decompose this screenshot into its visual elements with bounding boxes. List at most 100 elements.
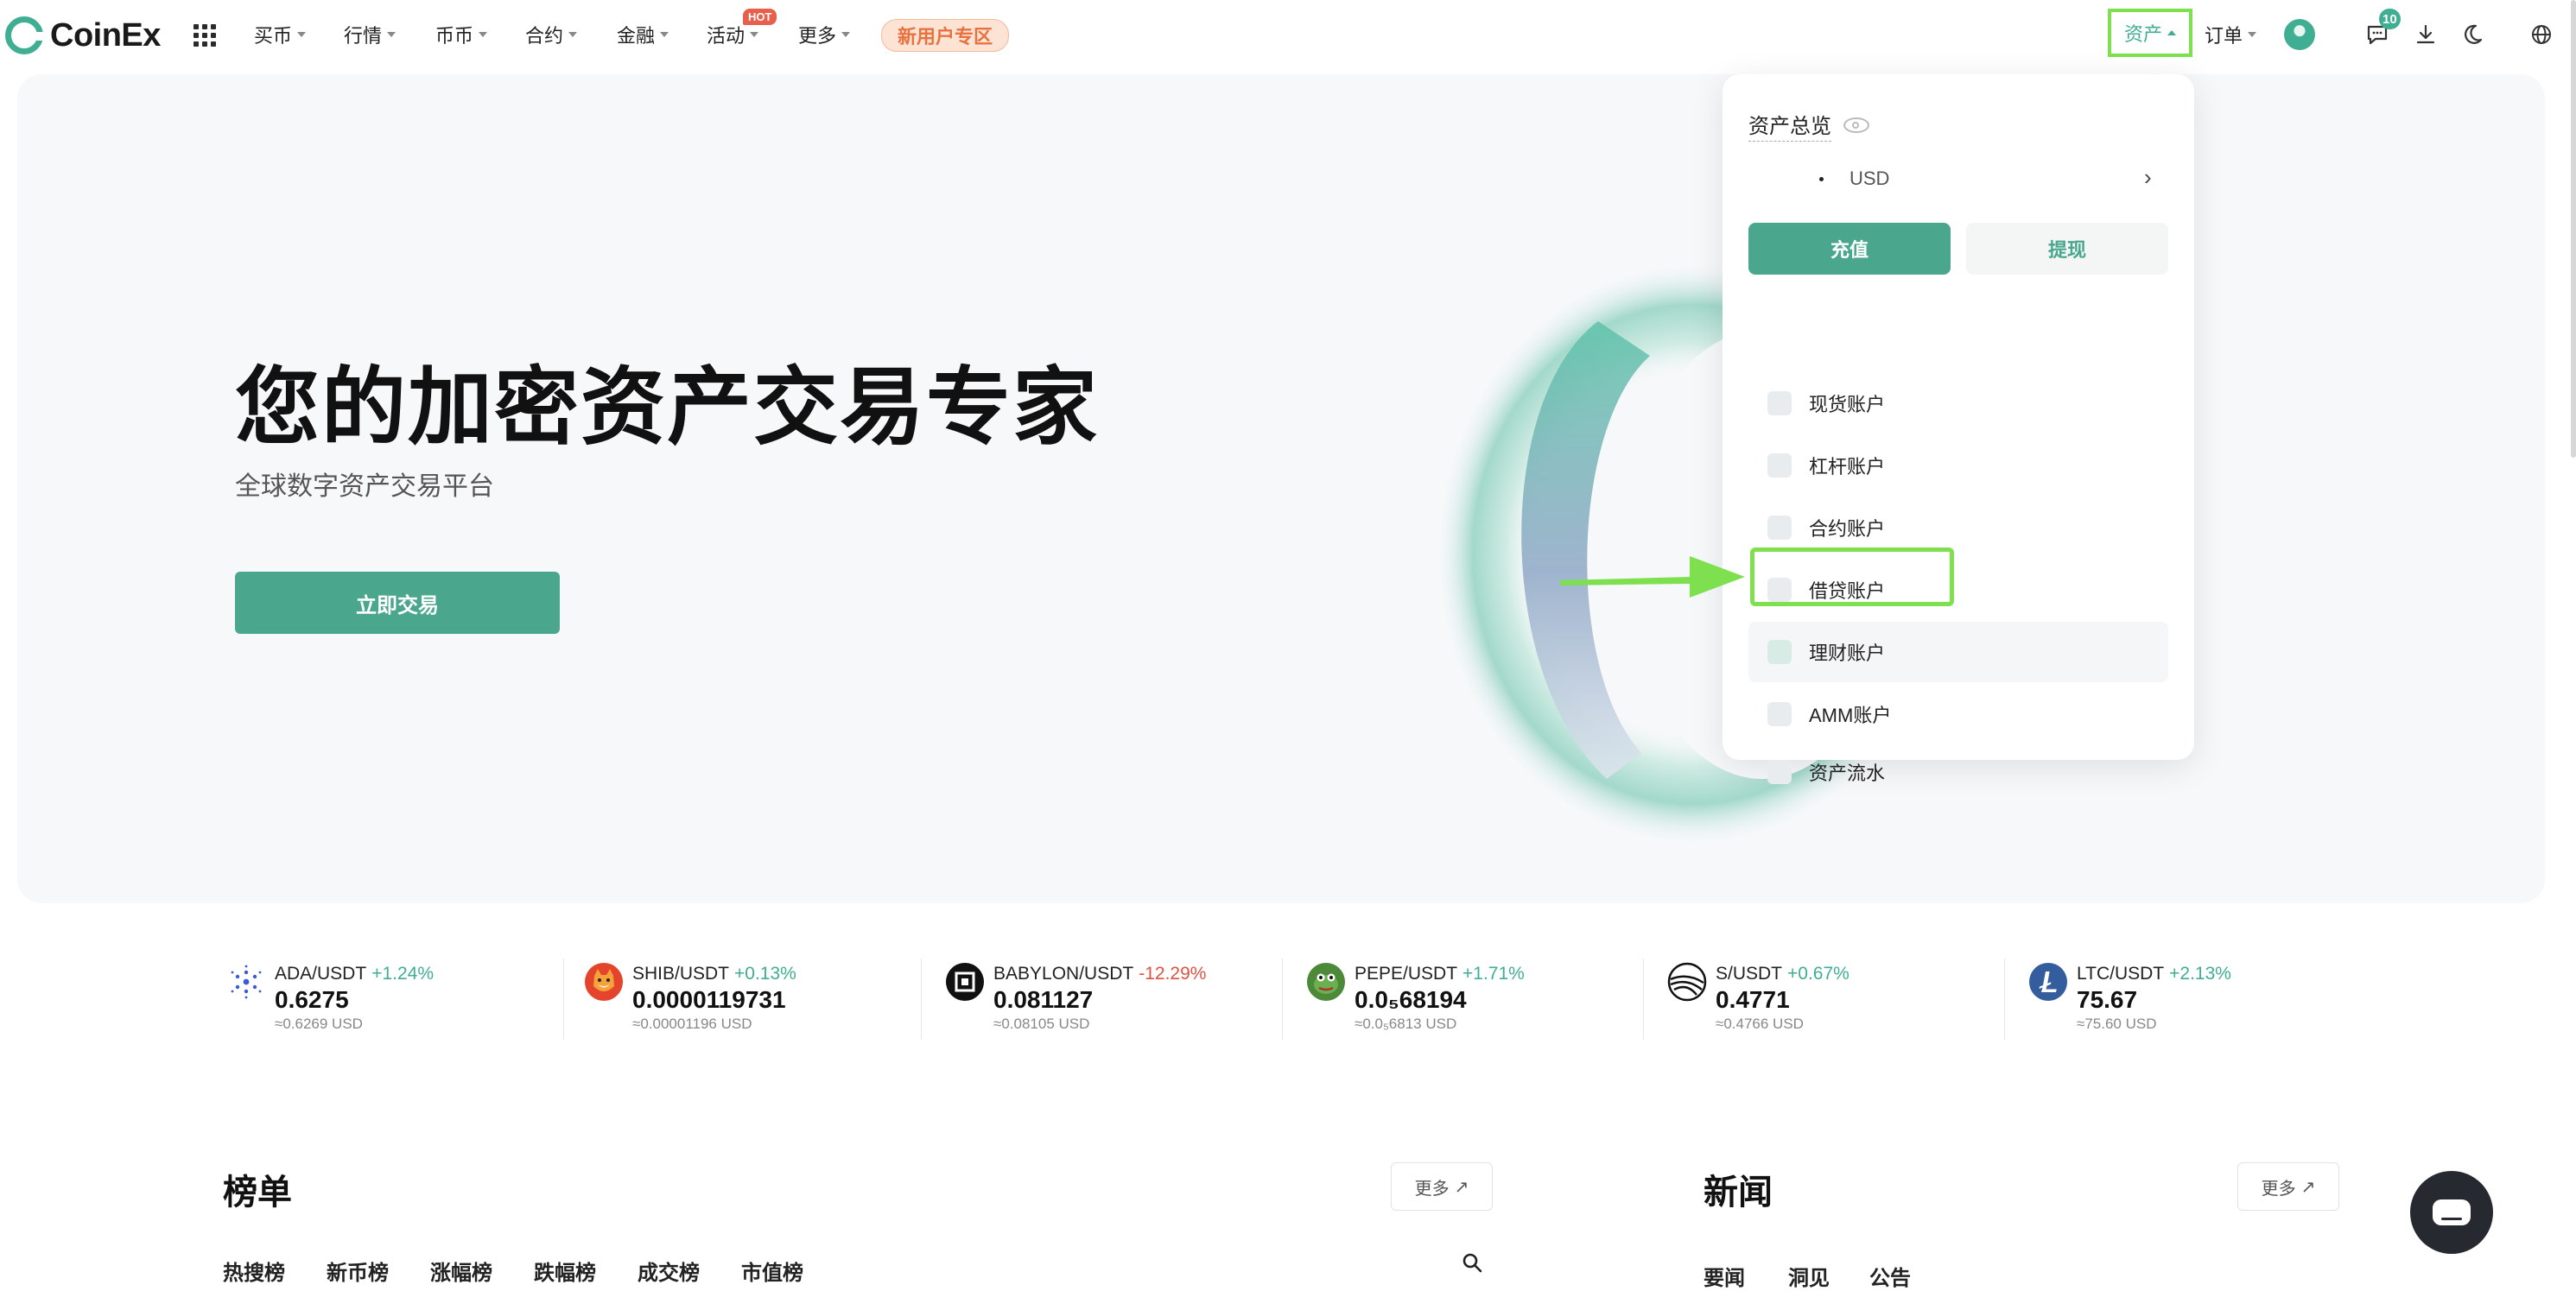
assets-menu-button[interactable]: 资产 [2108,9,2192,57]
chevron-down-icon [479,32,488,37]
arrow-up-right-icon: ↗ [2300,1177,2316,1197]
nav-finance[interactable]: 金融 [617,21,669,48]
trade-now-button[interactable]: 立即交易 [235,572,560,634]
rankings-more-button[interactable]: 更多 ↗ [1391,1162,1493,1211]
ticker-pair: S/USDT +0.67% [1716,964,1850,984]
tab-headlines[interactable]: 要闻 [1704,1261,1745,1291]
withdraw-button[interactable]: 提现 [1966,223,2168,275]
ticker-item[interactable]: S/USDT +0.67% 0.4771 ≈0.4766 USD [1667,955,2028,1041]
rankings-title: 榜单 [223,1174,292,1212]
ticker-item[interactable]: SHIB/USDT +0.13% 0.0000119731 ≈0.00001196… [584,955,945,1041]
tab-market-cap[interactable]: 市值榜 [741,1256,803,1286]
tab-losers[interactable]: 跌幅榜 [534,1256,596,1286]
futures-doc-icon [1767,516,1792,540]
search-icon[interactable] [1462,1252,1482,1273]
tab-volume[interactable]: 成交榜 [638,1256,700,1286]
ticker-price: 0.4771 [1716,986,1790,1013]
ticker-usd: ≈0.6269 USD [275,1016,363,1032]
globe-language-icon[interactable] [2529,22,2554,47]
message-count-badge: 10 [2379,9,2401,29]
balance-row[interactable]: USD [1819,168,1889,190]
annotation-highlight-box [1750,547,1954,606]
assets-overview-header: 资产总览 [1748,109,1869,142]
tab-hot-search[interactable]: 热搜榜 [223,1256,285,1286]
tab-new-coins[interactable]: 新币榜 [327,1256,389,1286]
ticker-change: +0.13% [734,964,796,984]
ticker-price: 0.0000119731 [632,986,786,1013]
ledger-icon [1767,760,1792,784]
user-avatar[interactable] [2284,19,2315,50]
nav-more[interactable]: 更多 [798,21,851,48]
shib-coin-icon [585,963,623,1001]
nav-buy-crypto[interactable]: 买币 [254,21,307,48]
chevron-right-icon[interactable]: › [2144,164,2152,191]
ticker-pair: ADA/USDT +1.24% [275,964,434,984]
ticker-price: 0.6275 [275,986,349,1013]
dark-mode-moon-icon[interactable] [2460,22,2484,47]
ltc-coin-icon [2029,963,2067,1001]
tab-announcements[interactable]: 公告 [1869,1261,1911,1291]
eye-visibility-icon[interactable] [1843,117,1869,133]
annotation-arrow-icon [1560,556,1745,598]
hot-badge: HOT [743,9,777,25]
menu-item-spot-account[interactable]: 现货账户 [1748,373,2168,433]
ticker-change: -12.29% [1139,964,1207,984]
nav-futures[interactable]: 合约 [525,21,578,48]
ticker-price: 0.0₅68194 [1355,986,1467,1013]
ticker-change: +1.24% [371,964,434,984]
ticker-item[interactable]: PEPE/USDT +1.71% 0.0₅68194 ≈0.0₅6813 USD [1306,955,1667,1041]
arrow-up-right-icon: ↗ [1454,1177,1469,1197]
margin-percent-icon [1767,453,1792,478]
coinex-logo[interactable]: CoinEx [5,16,161,55]
sonic-coin-icon [1667,962,1707,1002]
chevron-down-icon [297,32,307,37]
ticker-divider [921,959,922,1040]
top-navbar: CoinEx 买币 行情 币币 合约 金融 活动 HOT 更多 新用户专区 资产… [0,0,2576,71]
chevron-down-icon [660,32,669,37]
ticker-item[interactable]: ADA/USDT +1.24% 0.6275 ≈0.6269 USD [226,955,587,1041]
apps-grid-icon[interactable] [194,24,216,47]
tab-gainers[interactable]: 涨幅榜 [430,1256,492,1286]
nav-markets[interactable]: 行情 [344,21,397,48]
ticker-pair: LTC/USDT +2.13% [2077,964,2231,984]
news-more-button[interactable]: 更多 ↗ [2237,1162,2339,1211]
hidden-balance-dot [1819,176,1824,181]
support-chat-button[interactable] [2410,1171,2493,1254]
ticker-divider [1643,959,1644,1040]
tab-insights[interactable]: 洞见 [1788,1261,1830,1291]
babylon-coin-icon [946,963,984,1001]
ticker-usd: ≈0.08105 USD [993,1016,1090,1032]
hero-title: 您的加密资产交易专家 [235,359,1100,454]
ticker-change: +1.71% [1462,964,1525,984]
menu-item-financial-account[interactable]: 理财账户 [1748,622,2168,682]
ticker-usd: ≈0.00001196 USD [632,1016,752,1032]
chevron-up-icon [2167,30,2176,35]
hero-subtitle: 全球数字资产交易平台 [235,472,494,501]
chevron-down-icon [750,32,759,37]
chevron-down-icon [387,32,397,37]
coinex-logo-icon [5,16,44,54]
ticker-divider [563,959,564,1040]
chevron-down-icon [2248,32,2257,37]
ticker-change: +2.13% [2169,964,2231,984]
brand-name: CoinEx [50,16,161,54]
nav-spot[interactable]: 币币 [435,21,488,48]
deposit-button[interactable]: 充值 [1748,223,1951,275]
ticker-item[interactable]: LTC/USDT +2.13% 75.67 ≈75.60 USD [2028,955,2389,1041]
menu-item-amm-account[interactable]: AMM账户 [1748,684,2168,744]
download-icon[interactable] [2414,22,2438,47]
ticker-change: +0.67% [1787,964,1850,984]
ticker-pair: PEPE/USDT +1.71% [1355,964,1525,984]
menu-item-asset-history[interactable]: 资产流水 [1748,746,2168,798]
assets-dropdown-menu: 资产总览 USD › 充值 提现 现货账户 杠杆账户 合约账户 借贷账户 理财账… [1723,74,2194,784]
menu-item-margin-account[interactable]: 杠杆账户 [1748,435,2168,496]
page-scrollbar[interactable] [2571,0,2576,458]
ticker-usd: ≈0.0₅6813 USD [1355,1016,1457,1032]
amm-monitor-icon [1767,702,1792,726]
ticker-item[interactable]: BABYLON/USDT -12.29% 0.081127 ≈0.08105 US… [945,955,1306,1041]
news-title: 新闻 [1704,1174,1773,1212]
new-user-zone-button[interactable]: 新用户专区 [881,19,1010,52]
ticker-usd: ≈75.60 USD [2077,1016,2157,1032]
spot-wallet-icon [1767,391,1792,415]
orders-menu-button[interactable]: 订单 [2205,21,2257,48]
